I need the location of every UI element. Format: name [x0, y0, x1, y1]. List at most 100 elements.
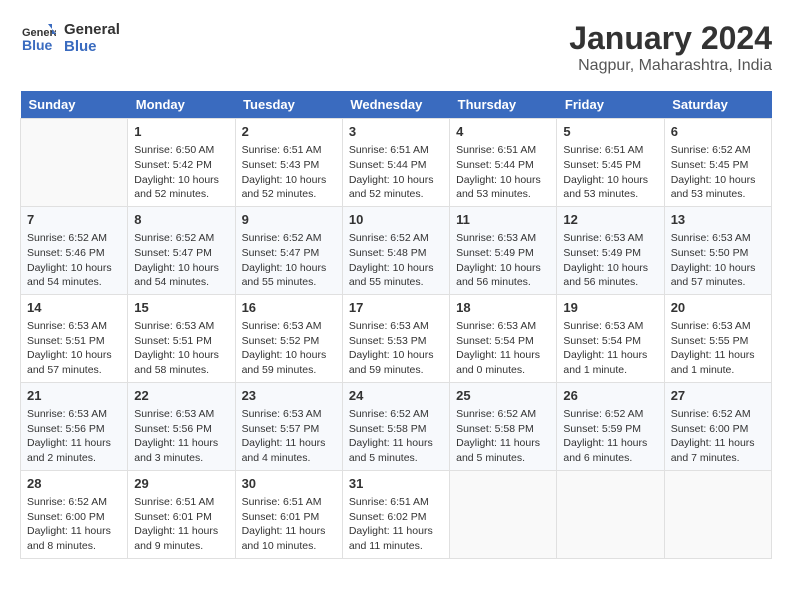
calendar-cell	[450, 470, 557, 558]
day-number: 23	[242, 387, 336, 405]
day-number: 15	[134, 299, 228, 317]
day-info: and 58 minutes.	[134, 363, 228, 378]
day-info: Sunset: 5:51 PM	[134, 334, 228, 349]
day-number: 2	[242, 123, 336, 141]
calendar-cell: 31Sunrise: 6:51 AMSunset: 6:02 PMDayligh…	[342, 470, 449, 558]
day-info: Daylight: 11 hours	[242, 524, 336, 539]
day-number: 16	[242, 299, 336, 317]
day-number: 17	[349, 299, 443, 317]
day-info: Sunrise: 6:53 AM	[27, 319, 121, 334]
day-info: Sunrise: 6:52 AM	[456, 407, 550, 422]
day-info: and 3 minutes.	[134, 451, 228, 466]
day-info: Daylight: 11 hours	[563, 348, 657, 363]
day-info: Sunset: 5:45 PM	[671, 158, 765, 173]
calendar-cell: 1Sunrise: 6:50 AMSunset: 5:42 PMDaylight…	[128, 119, 235, 207]
day-info: Sunset: 5:55 PM	[671, 334, 765, 349]
day-info: Sunset: 5:50 PM	[671, 246, 765, 261]
day-info: Daylight: 10 hours	[242, 261, 336, 276]
day-info: Daylight: 10 hours	[242, 173, 336, 188]
day-info: Sunrise: 6:52 AM	[242, 231, 336, 246]
day-info: Sunrise: 6:53 AM	[134, 407, 228, 422]
day-info: and 57 minutes.	[671, 275, 765, 290]
day-info: and 8 minutes.	[27, 539, 121, 554]
day-info: Daylight: 10 hours	[134, 261, 228, 276]
location: Nagpur, Maharashtra, India	[569, 57, 772, 75]
day-number: 10	[349, 211, 443, 229]
calendar-cell: 5Sunrise: 6:51 AMSunset: 5:45 PMDaylight…	[557, 119, 664, 207]
calendar-cell: 17Sunrise: 6:53 AMSunset: 5:53 PMDayligh…	[342, 294, 449, 382]
calendar-cell: 28Sunrise: 6:52 AMSunset: 6:00 PMDayligh…	[21, 470, 128, 558]
calendar-cell: 26Sunrise: 6:52 AMSunset: 5:59 PMDayligh…	[557, 382, 664, 470]
logo-icon: General Blue	[20, 20, 56, 56]
calendar-cell: 11Sunrise: 6:53 AMSunset: 5:49 PMDayligh…	[450, 206, 557, 294]
day-info: Daylight: 10 hours	[134, 173, 228, 188]
col-header-saturday: Saturday	[664, 91, 771, 119]
day-number: 8	[134, 211, 228, 229]
calendar-cell: 22Sunrise: 6:53 AMSunset: 5:56 PMDayligh…	[128, 382, 235, 470]
day-info: Daylight: 11 hours	[671, 348, 765, 363]
day-info: Daylight: 11 hours	[563, 436, 657, 451]
calendar-cell: 2Sunrise: 6:51 AMSunset: 5:43 PMDaylight…	[235, 119, 342, 207]
day-info: Sunset: 5:59 PM	[563, 422, 657, 437]
day-info: Daylight: 11 hours	[134, 436, 228, 451]
calendar-cell: 6Sunrise: 6:52 AMSunset: 5:45 PMDaylight…	[664, 119, 771, 207]
svg-text:Blue: Blue	[22, 37, 53, 53]
day-number: 7	[27, 211, 121, 229]
day-info: and 1 minute.	[563, 363, 657, 378]
day-number: 13	[671, 211, 765, 229]
day-info: Sunset: 5:42 PM	[134, 158, 228, 173]
day-info: Daylight: 10 hours	[456, 173, 550, 188]
day-info: Daylight: 10 hours	[456, 261, 550, 276]
day-info: Sunrise: 6:51 AM	[349, 495, 443, 510]
day-number: 19	[563, 299, 657, 317]
day-info: and 55 minutes.	[349, 275, 443, 290]
calendar-table: SundayMondayTuesdayWednesdayThursdayFrid…	[20, 91, 772, 559]
day-info: Sunset: 6:01 PM	[242, 510, 336, 525]
day-info: and 52 minutes.	[349, 187, 443, 202]
day-info: Sunset: 5:54 PM	[456, 334, 550, 349]
day-info: Sunrise: 6:52 AM	[563, 407, 657, 422]
day-info: Daylight: 10 hours	[349, 261, 443, 276]
day-info: and 6 minutes.	[563, 451, 657, 466]
day-info: Sunrise: 6:51 AM	[349, 143, 443, 158]
day-info: Sunrise: 6:53 AM	[349, 319, 443, 334]
day-number: 29	[134, 475, 228, 493]
day-info: and 0 minutes.	[456, 363, 550, 378]
day-number: 27	[671, 387, 765, 405]
day-info: and 52 minutes.	[242, 187, 336, 202]
col-header-tuesday: Tuesday	[235, 91, 342, 119]
day-info: Sunrise: 6:50 AM	[134, 143, 228, 158]
day-info: Sunrise: 6:53 AM	[242, 319, 336, 334]
day-number: 3	[349, 123, 443, 141]
day-info: Sunrise: 6:52 AM	[671, 407, 765, 422]
calendar-cell: 20Sunrise: 6:53 AMSunset: 5:55 PMDayligh…	[664, 294, 771, 382]
logo-general: General	[64, 21, 120, 38]
calendar-cell: 12Sunrise: 6:53 AMSunset: 5:49 PMDayligh…	[557, 206, 664, 294]
day-number: 28	[27, 475, 121, 493]
calendar-cell: 24Sunrise: 6:52 AMSunset: 5:58 PMDayligh…	[342, 382, 449, 470]
calendar-cell: 8Sunrise: 6:52 AMSunset: 5:47 PMDaylight…	[128, 206, 235, 294]
col-header-thursday: Thursday	[450, 91, 557, 119]
calendar-cell: 25Sunrise: 6:52 AMSunset: 5:58 PMDayligh…	[450, 382, 557, 470]
day-info: Daylight: 10 hours	[563, 261, 657, 276]
day-info: Sunset: 5:58 PM	[349, 422, 443, 437]
day-number: 12	[563, 211, 657, 229]
col-header-friday: Friday	[557, 91, 664, 119]
day-info: Sunset: 5:49 PM	[563, 246, 657, 261]
day-info: and 5 minutes.	[349, 451, 443, 466]
day-number: 6	[671, 123, 765, 141]
day-info: Sunset: 5:57 PM	[242, 422, 336, 437]
calendar-cell: 19Sunrise: 6:53 AMSunset: 5:54 PMDayligh…	[557, 294, 664, 382]
day-number: 5	[563, 123, 657, 141]
calendar-cell: 9Sunrise: 6:52 AMSunset: 5:47 PMDaylight…	[235, 206, 342, 294]
calendar-cell: 18Sunrise: 6:53 AMSunset: 5:54 PMDayligh…	[450, 294, 557, 382]
day-info: Sunset: 6:00 PM	[27, 510, 121, 525]
day-info: Daylight: 10 hours	[349, 348, 443, 363]
day-number: 30	[242, 475, 336, 493]
day-info: Sunset: 5:44 PM	[349, 158, 443, 173]
calendar-cell: 3Sunrise: 6:51 AMSunset: 5:44 PMDaylight…	[342, 119, 449, 207]
calendar-cell: 7Sunrise: 6:52 AMSunset: 5:46 PMDaylight…	[21, 206, 128, 294]
day-info: Sunrise: 6:51 AM	[242, 143, 336, 158]
calendar-cell: 14Sunrise: 6:53 AMSunset: 5:51 PMDayligh…	[21, 294, 128, 382]
page-header: General Blue General Blue January 2024 N…	[20, 20, 772, 75]
